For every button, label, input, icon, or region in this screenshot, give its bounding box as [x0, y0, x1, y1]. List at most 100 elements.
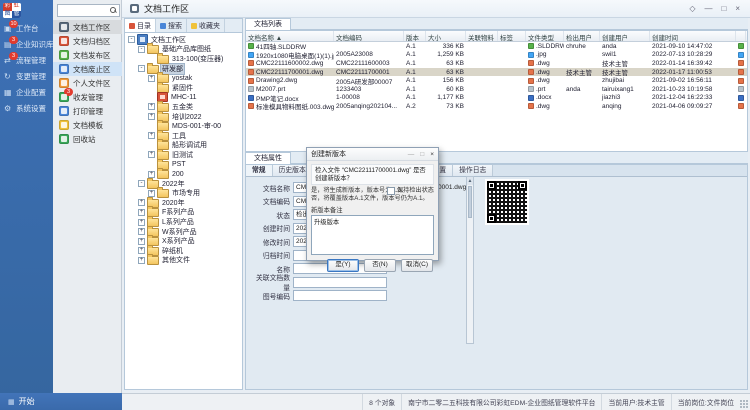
column-header-文件类型[interactable]: 文件类型 — [526, 31, 564, 41]
tree-node[interactable]: -2022年 — [125, 179, 242, 189]
tree-node[interactable]: +五金类 — [125, 102, 242, 112]
sidebar-item-系统设置[interactable]: ⚙系统设置 — [0, 100, 53, 116]
column-header-创建时间[interactable]: 创建时间 — [650, 31, 736, 41]
tree-node[interactable]: +2020年 — [125, 198, 242, 208]
skin-icon[interactable]: ◇ — [689, 4, 695, 13]
start-button[interactable]: ▦ 开始 — [0, 393, 122, 410]
expander-icon[interactable]: + — [138, 257, 145, 264]
table-row[interactable]: 1920x1080电脑桌面(1)(1).jpg2005A23008A.11,25… — [246, 51, 747, 60]
tree-node[interactable]: 紧固件 — [125, 83, 242, 93]
expander-icon[interactable]: + — [148, 171, 155, 178]
tree-node[interactable]: +200 — [125, 169, 242, 179]
expander-icon[interactable]: + — [138, 219, 145, 226]
expander-icon[interactable]: + — [148, 113, 155, 120]
column-header-文档编码[interactable]: 文档编码 — [334, 31, 404, 41]
properties-scrollbar[interactable]: ▲ — [466, 176, 474, 344]
table-row[interactable]: Drawing2.dwg2005A研发部00007A.1156 KB.dwgzh… — [246, 76, 747, 85]
area-item-打印管理[interactable]: 打印管理 — [53, 104, 122, 118]
column-header-检出用户[interactable]: 检出用户 — [564, 31, 600, 41]
table-row[interactable]: CMC22111600002.dwgCMC22111600003A.163 KB… — [246, 59, 747, 68]
tree-node[interactable]: -基础产品库图纸 — [125, 45, 242, 55]
search-icon[interactable] — [110, 7, 117, 14]
tree-tab-收藏夹[interactable]: 收藏夹 — [187, 19, 225, 32]
dialog-maximize-icon[interactable]: □ — [420, 151, 424, 158]
column-header-关联物料[interactable]: 关联物料 — [466, 31, 498, 41]
keep-checkout-checkbox[interactable]: 保持检出状态 — [387, 187, 434, 195]
maximize-icon[interactable]: □ — [721, 4, 726, 13]
dialog-titlebar[interactable]: 创建新版本 —□× — [307, 148, 438, 161]
expander-icon[interactable]: - — [138, 180, 145, 187]
sidebar-item-流程管理[interactable]: ⇄3流程管理 — [0, 52, 53, 68]
dialog-minimize-icon[interactable]: — — [408, 151, 415, 158]
sidebar-item-企业知识库[interactable]: ▤3企业知识库 — [0, 36, 53, 52]
expander-icon[interactable]: - — [138, 46, 145, 53]
area-item-文档发布区[interactable]: 文档发布区 — [53, 48, 122, 62]
dialog-button-是(Y)[interactable]: 是(Y) — [327, 259, 359, 272]
tree-tab-搜索[interactable]: 搜索 — [156, 19, 187, 32]
table-row[interactable]: CMC22111700001.dwgCMC22111700001A.163 KB… — [246, 68, 747, 77]
scrollbar-thumb[interactable] — [468, 186, 472, 218]
tree-node[interactable]: +其他文件 — [125, 256, 242, 266]
column-header-标签[interactable]: 标签 — [498, 31, 526, 41]
field-value-图号编码[interactable] — [293, 290, 387, 301]
tree-node[interactable]: +市场专用 — [125, 189, 242, 199]
close-icon[interactable]: × — [735, 4, 740, 13]
sidebar-item-企业配置[interactable]: ▦企业配置 — [0, 84, 53, 100]
tree-node[interactable]: -文档工作区 — [125, 35, 242, 45]
dialog-button-否(N)[interactable]: 否(N) — [364, 259, 396, 272]
note-textarea[interactable]: 升级版本 — [311, 215, 434, 255]
tree-node[interactable]: +培训2022 — [125, 112, 242, 122]
tree-node[interactable]: +F系列产品 — [125, 208, 242, 218]
tree-node[interactable]: 313-100(变压器) — [125, 54, 242, 64]
search-input[interactable] — [58, 7, 110, 14]
tree-node[interactable]: PST — [125, 160, 242, 170]
search-box[interactable] — [57, 4, 120, 17]
column-header-大小[interactable]: 大小 — [426, 31, 466, 41]
expander-icon[interactable]: + — [138, 209, 145, 216]
expander-icon[interactable]: + — [138, 199, 145, 206]
sidebar-item-工作台[interactable]: ▣10工作台 — [0, 20, 53, 36]
column-header-创建用户[interactable]: 创建用户 — [600, 31, 650, 41]
area-item-文档模板[interactable]: 文档模板 — [53, 118, 122, 132]
expander-icon[interactable]: - — [138, 65, 145, 72]
tree-node[interactable]: +X系列产品 — [125, 236, 242, 246]
expander-icon[interactable]: + — [148, 132, 155, 139]
sidebar-item-变更管理[interactable]: ↻变更管理 — [0, 68, 53, 84]
scroll-up-icon[interactable]: ▲ — [467, 177, 473, 185]
expander-icon[interactable]: + — [148, 151, 155, 158]
tree-node[interactable]: +L系列产品 — [125, 217, 242, 227]
tree-node[interactable]: +W系列产品 — [125, 227, 242, 237]
tree-node[interactable]: +yostak — [125, 73, 242, 83]
field-value-关联文档数量[interactable] — [293, 277, 387, 288]
tree-node[interactable]: 船形调试用 — [125, 141, 242, 151]
tree-node[interactable]: MHC-11 — [125, 93, 242, 103]
expander-icon[interactable]: + — [138, 247, 145, 254]
area-item-文档归档区[interactable]: 文档归档区 — [53, 34, 122, 48]
minimize-icon[interactable]: — — [704, 4, 712, 13]
tree-node[interactable]: +旧测试 — [125, 150, 242, 160]
tree-node[interactable]: +碎纸机 — [125, 246, 242, 256]
dialog-button-取消(C)[interactable]: 取消(C) — [401, 259, 433, 272]
table-row[interactable]: 标准模具物料图纸.003.dwg2005anqing202104...A.273… — [246, 102, 747, 111]
expander-icon[interactable]: + — [148, 190, 155, 197]
tree-tab-目录[interactable]: 目录 — [125, 19, 156, 32]
props-tab-操作日志[interactable]: 操作日志 — [453, 165, 493, 176]
props-tab-常规[interactable]: 常规 — [246, 165, 273, 176]
tree-node[interactable]: +工具 — [125, 131, 242, 141]
resize-grip[interactable] — [740, 400, 748, 408]
dialog-close-icon[interactable]: × — [430, 151, 434, 158]
expander-icon[interactable]: + — [138, 238, 145, 245]
column-header-版本[interactable]: 版本 — [404, 31, 426, 41]
area-item-个人文件区[interactable]: 个人文件区 — [53, 76, 122, 90]
expander-icon[interactable]: + — [148, 103, 155, 110]
area-item-文档工作区[interactable]: 文档工作区 — [53, 20, 122, 34]
expander-icon[interactable]: + — [148, 75, 155, 82]
expander-icon[interactable]: + — [138, 228, 145, 235]
tree-node[interactable]: -研发部 — [125, 64, 242, 74]
area-item-收发管理[interactable]: 3收发管理 — [53, 90, 122, 104]
tree-node[interactable]: MDS-001-审-00 — [125, 121, 242, 131]
column-header-文档名称[interactable]: 文档名称 ▲ — [246, 31, 334, 41]
expander-icon[interactable]: - — [128, 36, 135, 43]
checkbox-icon[interactable] — [387, 187, 395, 195]
area-item-回收站[interactable]: 回收站 — [53, 132, 122, 146]
